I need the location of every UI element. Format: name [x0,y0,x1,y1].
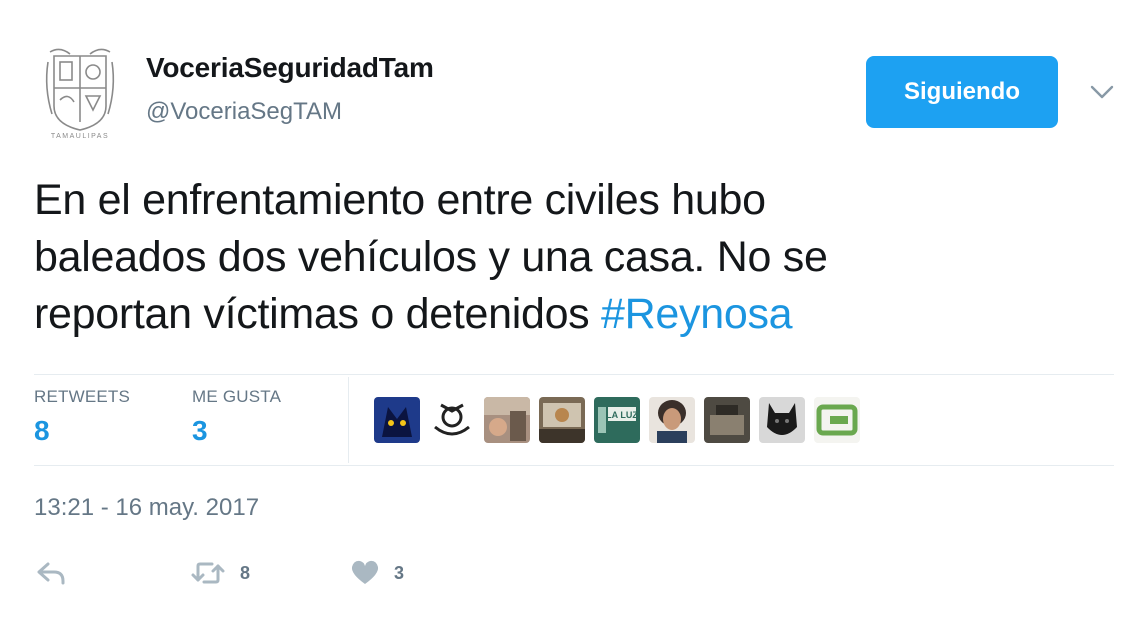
tweet-stats: RETWEETS 8 ME GUSTA 3 LA LUZ [34,374,1114,466]
reply-button[interactable] [36,558,66,588]
like-count: 3 [394,562,405,583]
heart-icon [351,560,379,584]
user-handle[interactable]: @VoceriaSegTAM [146,98,342,126]
liker-avatar-blue-mask[interactable] [374,397,420,443]
like-button[interactable]: 3 [350,558,404,588]
liker-avatar-photo-3[interactable] [704,397,750,443]
liker-avatar-photo-2[interactable] [539,397,585,443]
retweets-label: RETWEETS [34,387,131,406]
hashtag-link[interactable]: #Reynosa [601,290,793,338]
liker-avatar-la-luz[interactable]: LA LUZ [594,397,640,443]
retweets-count: 8 [34,415,50,446]
retweets-stat[interactable]: RETWEETS 8 [34,387,130,447]
retweet-icon [191,562,225,584]
likes-count: 3 [192,415,208,446]
tweet-line-last: reportan víctimas o detenidos #Reynosa [34,286,1094,343]
following-button[interactable]: Siguiendo [866,56,1058,128]
tweet-text: En el enfrentamiento entre civiles hubo … [34,172,1094,343]
likers-list: LA LUZ [374,397,860,443]
liker-avatar-dog[interactable] [759,397,805,443]
retweet-count: 8 [240,562,251,583]
liker-avatar-photo-1[interactable] [484,397,530,443]
tweet-line: En el enfrentamiento entre civiles hubo [34,176,766,224]
reply-icon [37,562,65,585]
tweet-line: reportan víctimas o detenidos [34,290,602,338]
svg-text:LA LUZ: LA LUZ [606,410,638,420]
stats-divider [348,377,349,463]
liker-avatar-emblem[interactable] [429,397,475,443]
chevron-down-icon [1090,85,1114,99]
liker-avatar-green-logo[interactable] [814,397,860,443]
retweet-button[interactable]: 8 [190,558,250,588]
liker-avatar-woman[interactable] [649,397,695,443]
tweet-line: baleados dos vehículos y una casa. No se [34,233,828,281]
coat-of-arms-icon: TAMAULIPAS [45,48,115,140]
avatar-caption: TAMAULIPAS [51,133,109,140]
display-name[interactable]: VoceriaSeguridadTam [146,52,434,84]
tweet-timestamp[interactable]: 13:21 - 16 may. 2017 [34,494,259,522]
likes-label: ME GUSTA [192,387,282,406]
avatar[interactable]: TAMAULIPAS [40,48,120,140]
likes-stat[interactable]: ME GUSTA 3 [192,387,281,447]
more-options-button[interactable] [1086,78,1118,106]
